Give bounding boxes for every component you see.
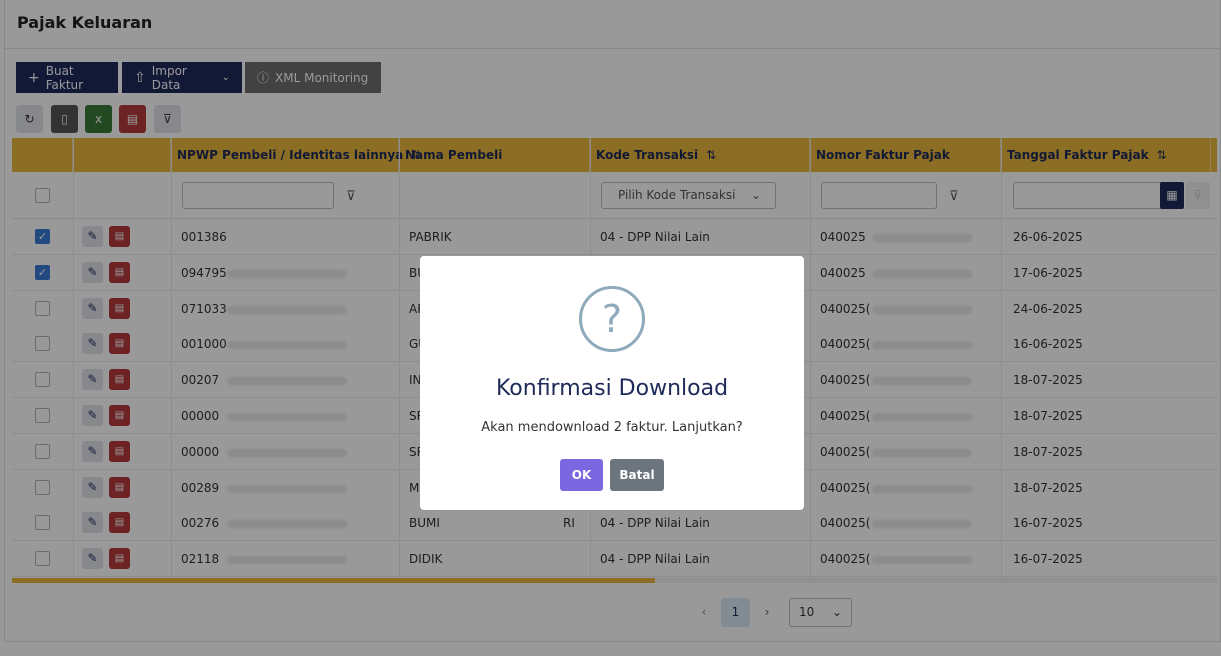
cancel-button[interactable]: Batal <box>610 459 664 491</box>
dialog-message: Akan mendownload 2 faktur. Lanjutkan? <box>481 420 743 435</box>
confirm-download-dialog: ? Konfirmasi Download Akan mendownload 2… <box>420 256 804 510</box>
ok-button[interactable]: OK <box>560 459 603 491</box>
question-icon: ? <box>579 286 645 352</box>
dialog-title: Konfirmasi Download <box>495 376 729 401</box>
